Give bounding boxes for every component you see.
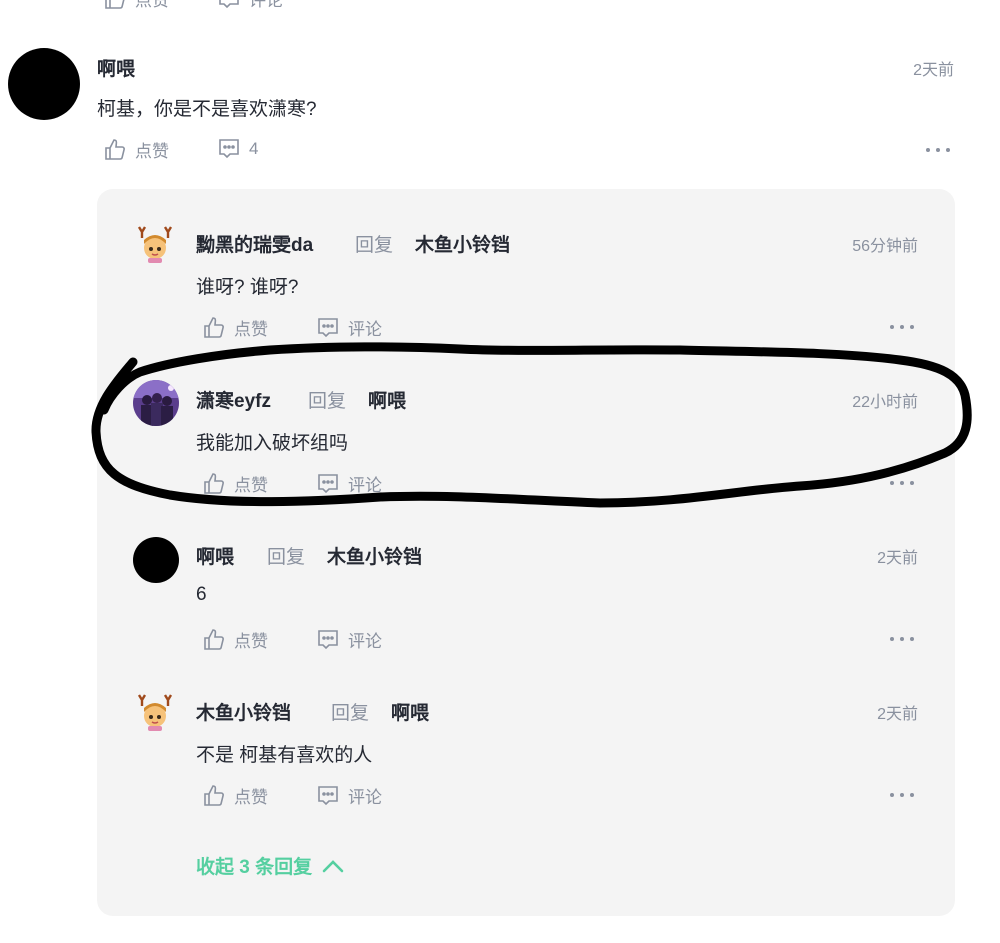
comment-icon <box>318 473 338 493</box>
top-comment-button[interactable]: 评论 <box>217 0 283 11</box>
reply-more-button[interactable] <box>890 478 914 488</box>
reply-comment-button[interactable]: 评论 <box>316 471 382 496</box>
main-comment-count: 4 <box>249 139 259 158</box>
thumbs-up-icon <box>204 784 224 806</box>
main-like-label: 点赞 <box>135 142 169 161</box>
reply-target[interactable]: 啊喂 <box>391 698 429 725</box>
reply-avatar-black[interactable] <box>133 537 179 583</box>
reply-comment-label: 评论 <box>348 476 382 495</box>
reply-more-button[interactable] <box>890 634 914 644</box>
reply-time: 22小时前 <box>852 394 918 411</box>
reply-more-button[interactable] <box>890 322 914 332</box>
reply-like-label: 点赞 <box>234 632 268 651</box>
anime-deer-avatar-icon <box>137 694 173 731</box>
thumbs-up-icon <box>204 628 224 650</box>
reply-like-button[interactable]: 点赞 <box>202 627 268 652</box>
reply-time: 2天前 <box>877 706 918 723</box>
reply-comment-button[interactable]: 评论 <box>316 627 382 652</box>
reply-like-button[interactable]: 点赞 <box>202 783 268 808</box>
thumbs-up-icon <box>105 0 125 9</box>
reply-text: 我能加入破坏组吗 <box>196 433 349 454</box>
main-comment-text: 柯基，你是不是喜欢潇寒? <box>97 99 317 120</box>
reply-like-label: 点赞 <box>234 476 268 495</box>
anime-deer-avatar-icon <box>137 226 173 263</box>
main-comment-author[interactable]: 啊喂 <box>97 54 135 81</box>
reply-target[interactable]: 木鱼小铃铛 <box>415 230 510 257</box>
comment-icon <box>318 785 338 805</box>
thumbs-up-icon <box>105 138 125 160</box>
reply-comment-label: 评论 <box>348 632 382 651</box>
reply-word: 回复 <box>308 391 347 412</box>
reply-word: 回复 <box>331 703 370 724</box>
reply-word: 回复 <box>267 547 306 568</box>
comment-icon <box>219 0 239 8</box>
purple-group-avatar-icon <box>133 380 179 426</box>
main-comment-time: 2天前 <box>913 62 954 79</box>
reply-comment-button[interactable]: 评论 <box>316 315 382 340</box>
reply-comment-label: 评论 <box>348 320 382 339</box>
top-comment-label: 评论 <box>249 0 283 10</box>
reply-target[interactable]: 木鱼小铃铛 <box>327 542 422 569</box>
reply-author[interactable]: 黝黑的瑞雯da <box>196 230 313 257</box>
reply-like-button[interactable]: 点赞 <box>202 471 268 496</box>
thumbs-up-icon <box>204 316 224 338</box>
collapse-replies-label: 收起 3 条回复 <box>196 857 313 878</box>
reply-word: 回复 <box>355 235 394 256</box>
reply-like-label: 点赞 <box>234 320 268 339</box>
reply-avatar-anime-deer[interactable] <box>136 226 174 264</box>
reply-like-label: 点赞 <box>234 788 268 807</box>
reply-author[interactable]: 啊喂 <box>196 542 234 569</box>
comment-icon <box>219 139 239 159</box>
reply-like-button[interactable]: 点赞 <box>202 315 268 340</box>
reply-text: 谁呀? 谁呀? <box>196 277 299 298</box>
comment-icon <box>318 317 338 337</box>
reply-author[interactable]: 潇寒eyfz <box>196 386 271 413</box>
collapse-replies-button[interactable]: 收起 3 条回复 <box>196 852 344 879</box>
reply-more-button[interactable] <box>890 790 914 800</box>
reply-avatar-purple-group[interactable] <box>133 380 179 426</box>
reply-avatar-anime-deer[interactable] <box>136 694 174 732</box>
reply-time: 2天前 <box>877 550 918 567</box>
chevron-up-icon <box>322 859 344 872</box>
main-comment-button[interactable]: 4 <box>217 137 258 161</box>
main-comment-avatar[interactable] <box>8 48 80 120</box>
reply-author[interactable]: 木鱼小铃铛 <box>196 698 291 725</box>
top-like-label: 点赞 <box>135 0 169 10</box>
top-like-button[interactable]: 点赞 <box>103 0 169 11</box>
reply-comment-label: 评论 <box>348 788 382 807</box>
reply-time: 56分钟前 <box>852 238 918 255</box>
comment-icon <box>318 629 338 649</box>
reply-text: 6 <box>196 584 207 605</box>
main-like-button[interactable]: 点赞 <box>103 137 169 162</box>
reply-target[interactable]: 啊喂 <box>368 386 406 413</box>
reply-comment-button[interactable]: 评论 <box>316 783 382 808</box>
main-more-button[interactable] <box>926 145 950 155</box>
reply-text: 不是 柯基有喜欢的人 <box>196 745 373 766</box>
thumbs-up-icon <box>204 472 224 494</box>
